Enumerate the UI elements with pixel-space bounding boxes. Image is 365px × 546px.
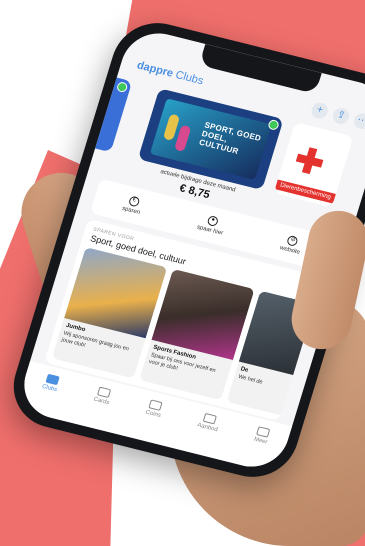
coins-icon bbox=[148, 399, 164, 412]
tab-label: Cards bbox=[92, 396, 110, 407]
club-poster: SPORT, GOED DOEL, CULTUUR bbox=[149, 98, 272, 180]
action-label: website bbox=[279, 245, 301, 256]
check-icon bbox=[115, 81, 129, 94]
offer-description: We hel de bbox=[237, 373, 264, 386]
tab-coins[interactable]: Coins bbox=[145, 399, 165, 419]
club-card-next[interactable]: Dierenbescherming bbox=[273, 122, 354, 208]
club-card-previous[interactable] bbox=[65, 70, 133, 153]
euro-icon: € bbox=[127, 195, 141, 208]
action-sparen[interactable]: € sparen bbox=[121, 194, 144, 216]
compass-icon: ⊘ bbox=[286, 234, 300, 247]
tab-label: Coins bbox=[144, 409, 162, 420]
action-label: sparen bbox=[121, 205, 141, 217]
club-tag: Dierenbescherming bbox=[274, 179, 336, 204]
header-actions: + ⇪ ⋯ bbox=[309, 101, 365, 131]
add-icon[interactable]: + bbox=[309, 101, 330, 121]
tab-clubs[interactable]: Clubs bbox=[41, 373, 61, 393]
offer-description: Wij sponsoren graag jou en jouw club! bbox=[60, 330, 130, 353]
poster-headline: SPORT, GOED DOEL, CULTUUR bbox=[198, 120, 263, 156]
share-icon[interactable]: ⇪ bbox=[330, 106, 352, 126]
tab-cards[interactable]: Cards bbox=[93, 386, 114, 406]
athlete-figure bbox=[174, 124, 192, 152]
clubs-icon bbox=[45, 373, 60, 386]
app-brand: dappre bbox=[135, 59, 175, 80]
tab-label: Meer bbox=[253, 436, 269, 446]
action-website[interactable]: ⊘ website bbox=[279, 234, 304, 256]
card-icon bbox=[96, 386, 112, 399]
tab-label: Aanbod bbox=[196, 422, 219, 434]
tab-meer[interactable]: Meer bbox=[253, 426, 271, 446]
app-section-title: Clubs bbox=[174, 68, 205, 88]
action-label: spaar hier bbox=[196, 224, 224, 237]
scene: dappre Clubs + ⇪ ⋯ SPORT, GOED DOEL, CUL… bbox=[0, 0, 365, 546]
offer-name: De bbox=[239, 366, 249, 374]
offer-photo bbox=[64, 247, 168, 339]
more-icon[interactable]: ⋯ bbox=[352, 111, 365, 131]
offer-photo bbox=[151, 268, 255, 361]
tab-aanbod[interactable]: Aanbod bbox=[196, 412, 221, 433]
more-dots-icon bbox=[256, 426, 271, 438]
tab-label: Clubs bbox=[41, 383, 58, 394]
offer-icon bbox=[202, 412, 218, 425]
location-pin-icon: ● bbox=[206, 215, 220, 228]
action-spaar-hier[interactable]: ● spaar hier bbox=[196, 213, 227, 237]
